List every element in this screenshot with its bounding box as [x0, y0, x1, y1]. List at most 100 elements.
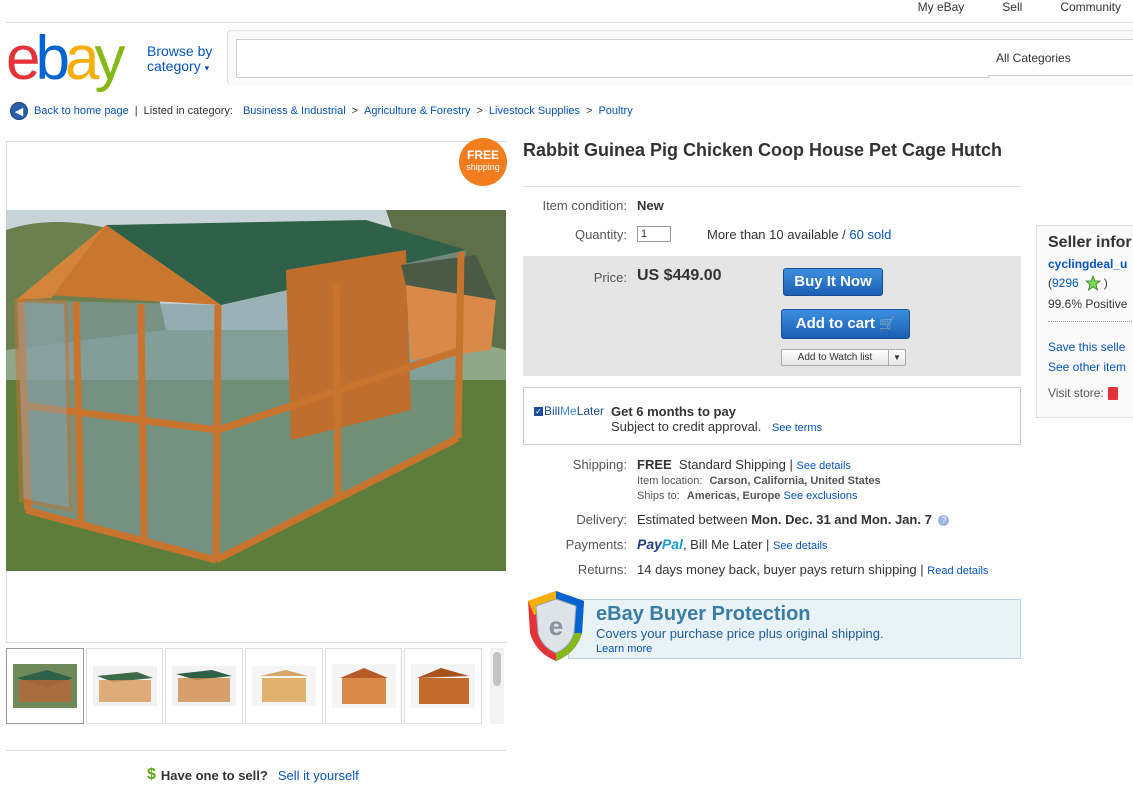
dollar-icon: $	[147, 766, 156, 783]
back-arrow-icon[interactable]: ◀	[10, 102, 28, 120]
condition-value: New	[637, 198, 664, 213]
crumb-livestock[interactable]: Livestock Supplies	[489, 105, 580, 117]
returns-value: 14 days money back, buyer pays return sh…	[637, 562, 988, 577]
crumb-agriculture[interactable]: Agriculture & Forestry	[364, 105, 470, 117]
buyer-protection-title: eBay Buyer Protection	[596, 603, 811, 625]
search-input[interactable]	[236, 39, 989, 78]
sell-it-yourself-link[interactable]: Sell it yourself	[278, 768, 359, 783]
location-value: Carson, California, United States	[709, 475, 881, 487]
buy-it-now-button[interactable]: Buy It Now	[783, 268, 883, 296]
shipping-details-link[interactable]: See details	[797, 460, 851, 472]
add-to-cart-label: Add to cart	[795, 315, 875, 332]
see-terms-link[interactable]: See terms	[772, 422, 822, 434]
browse-label-1: Browse by	[147, 43, 213, 59]
thumbnail-strip	[6, 648, 484, 724]
availability: More than 10 available / 60 sold	[707, 227, 891, 242]
help-icon[interactable]: ?	[938, 515, 950, 527]
payments-details-link[interactable]: See details	[773, 540, 827, 552]
learn-more-link[interactable]: Learn more	[596, 643, 652, 655]
delivery-prefix: Estimated between	[637, 512, 748, 527]
sell-link[interactable]: Sell	[1002, 0, 1022, 14]
bml-sub-text: Subject to credit approval.	[611, 419, 762, 434]
seller-name-link[interactable]: cyclingdeal_u	[1048, 257, 1127, 271]
seller-info-heading: Seller infor	[1048, 234, 1132, 251]
divider: |	[134, 105, 138, 117]
store-icon[interactable]	[1107, 386, 1118, 400]
shipping-value: FREE Standard Shipping | See details	[637, 457, 851, 472]
thumbnail[interactable]	[85, 648, 164, 724]
save-seller-link[interactable]: Save this selle	[1048, 340, 1125, 354]
see-exclusions-link[interactable]: See exclusions	[783, 490, 857, 502]
thumbnail[interactable]	[245, 648, 323, 724]
thumbnail-scrollbar[interactable]	[490, 648, 504, 724]
dropdown-icon[interactable]: ▼	[889, 350, 905, 365]
svg-text:e: e	[549, 611, 563, 641]
see-other-items-link[interactable]: See other item	[1048, 360, 1126, 374]
browse-by-category[interactable]: Browse by category ▾	[147, 44, 212, 76]
divider	[6, 750, 506, 751]
free-shipping-badge: FREE shipping	[459, 138, 507, 186]
divider	[523, 186, 1021, 187]
read-details-link[interactable]: Read details	[927, 565, 988, 577]
watch-list-button[interactable]: Add to Watch list ▼	[781, 349, 906, 366]
crumb-poultry[interactable]: Poultry	[598, 105, 632, 117]
community-link[interactable]: Community	[1060, 0, 1121, 14]
crumb-sep: >	[476, 105, 483, 117]
location-label: Item location:	[637, 475, 703, 487]
thumbnail-image	[92, 666, 157, 706]
scrollbar-thumb[interactable]	[493, 652, 501, 686]
shipping-free: FREE	[637, 457, 672, 472]
payments-value: PayPal, Bill Me Later | See details	[637, 536, 827, 552]
quantity-input[interactable]: 1	[637, 226, 671, 242]
visit-store-label: Visit store:	[1048, 386, 1104, 400]
payments-others: , Bill Me Later |	[682, 537, 770, 552]
buyer-protection-sub: Covers your purchase price plus original…	[596, 626, 884, 641]
delivery-label: Delivery:	[576, 512, 627, 527]
bill-me-later-logo: ✓ Bill Me Later	[534, 404, 605, 418]
cart-icon: 🛒	[879, 316, 896, 331]
visit-store: Visit store:	[1048, 386, 1118, 400]
quantity-label: Quantity:	[574, 227, 627, 242]
thumbnail[interactable]	[404, 648, 483, 724]
browse-label-2: category	[147, 58, 201, 74]
ships-label: Ships to:	[637, 490, 680, 502]
paypal-logo: PayPal	[637, 536, 683, 552]
delivery-range: Mon. Dec. 31 and Mon. Jan. 7	[751, 512, 932, 527]
top-nav: My eBay Sell Community	[880, 0, 1121, 14]
feedback-close: )	[1103, 276, 1108, 290]
ships-value: Americas, Europe	[686, 490, 781, 502]
thumbnail[interactable]	[165, 648, 244, 724]
back-to-home-link[interactable]: Back to home page	[34, 105, 129, 117]
payments-label: Payments:	[565, 537, 627, 552]
category-select[interactable]: All Categories	[988, 39, 1133, 76]
bml-headline: Get 6 months to pay	[611, 404, 736, 419]
dropdown-icon: ▾	[204, 63, 210, 73]
seller-positive: 99.6% Positive	[1048, 297, 1128, 311]
sell-question: Have one to sell?	[160, 767, 268, 783]
ships-to: Ships to: Americas, Europe See exclusion…	[637, 490, 857, 502]
delivery-value: Estimated between Mon. Dec. 31 and Mon. …	[637, 512, 950, 527]
ebay-logo[interactable]: ebay	[6, 28, 125, 90]
returns-label: Returns:	[577, 562, 627, 577]
watch-list-label[interactable]: Add to Watch list	[782, 350, 889, 365]
thumbnail-image	[172, 666, 237, 706]
thumbnail[interactable]	[6, 648, 84, 724]
thumbnail-image	[331, 664, 396, 708]
thumbnail-image	[411, 664, 476, 708]
feedback-score-link[interactable]: 9296	[1052, 276, 1079, 290]
header-divider	[6, 22, 1133, 23]
condition-label: Item condition:	[542, 198, 627, 213]
bml-sub: Subject to credit approval. See terms	[611, 419, 822, 434]
sold-link[interactable]: 60 sold	[849, 227, 891, 242]
shipping-method: Standard Shipping |	[678, 457, 793, 472]
price-value: US $449.00	[637, 267, 722, 284]
main-product-image[interactable]	[6, 210, 506, 571]
shield-icon: e	[528, 591, 584, 661]
thumbnail[interactable]	[324, 648, 403, 724]
add-to-cart-button[interactable]: Add to cart 🛒	[781, 309, 910, 339]
price-label: Price:	[593, 270, 627, 285]
crumb-business[interactable]: Business & Industrial	[243, 105, 346, 117]
my-ebay-link[interactable]: My eBay	[918, 0, 965, 14]
breadcrumb: ◀ Back to home page | Listed in category…	[10, 102, 633, 120]
listed-label: Listed in category:	[143, 105, 233, 117]
